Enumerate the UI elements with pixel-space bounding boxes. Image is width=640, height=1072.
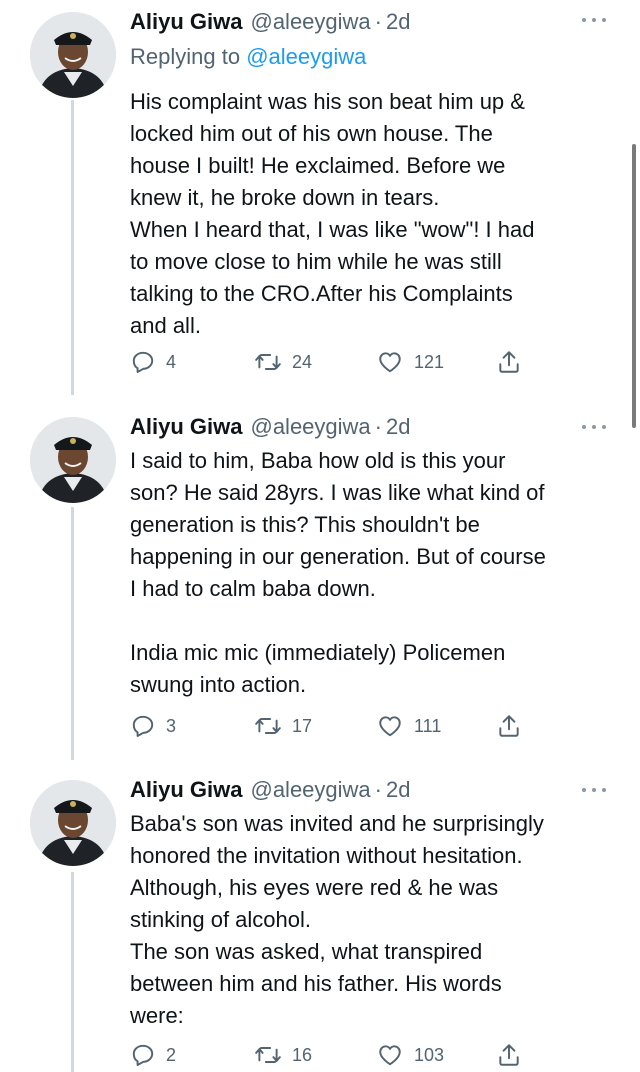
tweet-header: Aliyu Giwa @aleeygiwa · 2d — [130, 6, 410, 38]
tweet-text: I said to him, Baba how old is this your… — [130, 448, 546, 697]
separator-dot: · — [374, 777, 382, 802]
retweet-count: 16 — [292, 1044, 313, 1065]
reply-icon — [132, 351, 154, 373]
reply-count: 3 — [166, 715, 177, 736]
display-name[interactable]: Aliyu Giwa — [130, 414, 242, 440]
reply-count: 2 — [166, 1044, 177, 1065]
like-count: 111 — [414, 715, 442, 736]
like-button[interactable]: 111 — [376, 711, 441, 741]
replying-to-mention[interactable]: @aleeygiwa — [246, 44, 366, 69]
tweet-actions: 4 24 121 — [130, 347, 530, 377]
retweet-icon — [255, 718, 281, 734]
retweet-count: 24 — [292, 351, 313, 372]
avatar[interactable] — [30, 12, 116, 98]
avatar-image — [30, 12, 116, 98]
user-handle[interactable]: @aleeygiwa — [250, 777, 370, 803]
display-name[interactable]: Aliyu Giwa — [130, 9, 242, 35]
reply-count: 4 — [166, 351, 177, 372]
retweet-button[interactable]: 17 — [254, 711, 312, 741]
tweet-actions: 2 16 103 — [130, 1040, 530, 1070]
share-button[interactable] — [496, 1040, 522, 1070]
like-count: 103 — [414, 1044, 445, 1065]
replying-to-label: Replying to — [130, 44, 247, 69]
timestamp[interactable]: 2d — [386, 777, 410, 803]
reply-button[interactable]: 4 — [130, 347, 176, 377]
separator-dot: · — [374, 414, 382, 439]
heart-icon — [379, 716, 401, 737]
retweet-button[interactable]: 16 — [254, 1040, 312, 1070]
separator-dot: · — [374, 9, 382, 34]
heart-icon — [379, 1045, 401, 1066]
tweet-2[interactable]: Aliyu Giwa @aleeygiwa · 2d I said to him… — [0, 395, 640, 760]
share-button[interactable] — [496, 711, 522, 741]
share-icon — [499, 715, 519, 737]
thread-line — [71, 100, 74, 395]
avatar-image — [30, 780, 116, 866]
tweet-actions: 3 17 111 — [130, 711, 530, 741]
tweet-text: His complaint was his son beat him up & … — [130, 89, 535, 338]
reply-icon — [132, 1044, 154, 1066]
like-button[interactable]: 121 — [376, 347, 444, 377]
timestamp[interactable]: 2d — [386, 414, 410, 440]
share-button[interactable] — [496, 347, 522, 377]
more-icon[interactable] — [582, 415, 606, 439]
thread-line — [71, 507, 74, 760]
retweet-button[interactable]: 24 — [254, 347, 312, 377]
tweet-header: Aliyu Giwa @aleeygiwa · 2d — [130, 774, 410, 806]
more-icon[interactable] — [582, 778, 606, 802]
tweet-3[interactable]: Aliyu Giwa @aleeygiwa · 2d Baba's son wa… — [0, 760, 640, 1072]
user-handle[interactable]: @aleeygiwa — [250, 9, 370, 35]
avatar[interactable] — [30, 417, 116, 503]
like-button[interactable]: 103 — [376, 1040, 444, 1070]
retweet-icon — [255, 354, 281, 370]
tweet-1[interactable]: Aliyu Giwa @aleeygiwa · 2d Replying to @… — [0, 0, 640, 395]
retweet-icon — [255, 1047, 281, 1063]
reply-button[interactable]: 2 — [130, 1040, 176, 1070]
share-icon — [499, 1044, 519, 1066]
tweet-header: Aliyu Giwa @aleeygiwa · 2d — [130, 411, 410, 443]
replying-to: Replying to @aleeygiwa — [130, 44, 366, 70]
more-icon[interactable] — [582, 8, 606, 32]
display-name[interactable]: Aliyu Giwa — [130, 777, 242, 803]
avatar[interactable] — [30, 780, 116, 866]
user-handle[interactable]: @aleeygiwa — [250, 414, 370, 440]
thread-line — [71, 872, 74, 1072]
scrollbar[interactable] — [632, 144, 636, 428]
timestamp[interactable]: 2d — [386, 9, 410, 35]
reply-icon — [132, 715, 154, 737]
tweet-text: Baba's son was invited and he surprising… — [130, 811, 544, 1028]
share-icon — [499, 351, 519, 373]
retweet-count: 17 — [292, 715, 313, 736]
like-count: 121 — [414, 351, 445, 372]
heart-icon — [379, 352, 401, 373]
reply-button[interactable]: 3 — [130, 711, 176, 741]
avatar-image — [30, 417, 116, 503]
